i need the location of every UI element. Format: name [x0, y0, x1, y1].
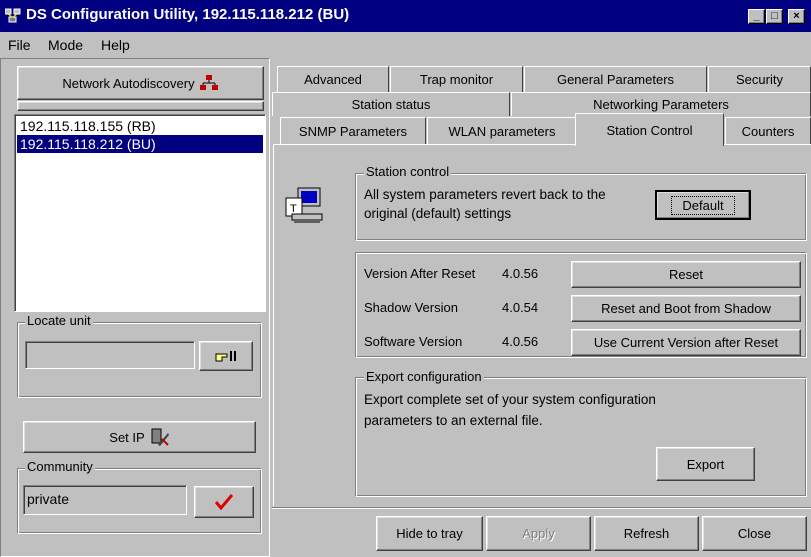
tab-general-parameters[interactable]: General Parameters: [524, 66, 707, 92]
menu-file[interactable]: File: [8, 37, 31, 53]
close-window-button[interactable]: ×: [788, 9, 805, 24]
community-input[interactable]: private: [23, 485, 187, 515]
checkmark-icon: [215, 494, 233, 510]
set-ip-button[interactable]: Set IP: [23, 421, 256, 453]
close-icon: ×: [793, 10, 800, 22]
bottom-divider: [272, 507, 811, 509]
menu-help[interactable]: Help: [101, 37, 130, 53]
svg-text:T: T: [290, 203, 297, 215]
tab-wlan-parameters[interactable]: WLAN parameters: [427, 117, 577, 144]
station-control-label: Station control: [364, 164, 452, 179]
export-button[interactable]: Export: [656, 447, 755, 481]
tab-advanced[interactable]: Advanced: [277, 66, 389, 92]
shadow-version-label: Shadow Version: [364, 300, 458, 315]
minimize-button[interactable]: _: [748, 9, 765, 24]
shadow-version-value: 4.0.54: [502, 300, 539, 315]
export-description: Export complete set of your system confi…: [364, 392, 656, 428]
set-ip-label: Set IP: [109, 429, 145, 445]
reset-boot-shadow-button[interactable]: Reset and Boot from Shadow: [571, 295, 801, 322]
refresh-button[interactable]: Refresh: [594, 516, 699, 551]
network-tree-icon: [199, 75, 218, 90]
window-title: DS Configuration Utility, 192.115.118.21…: [26, 6, 350, 23]
reset-button[interactable]: Reset: [571, 261, 801, 288]
tools-icon: [151, 428, 169, 446]
menu-bar: File Mode Help: [0, 33, 811, 57]
locate-unit-label: Locate unit: [25, 313, 93, 328]
locate-unit-input[interactable]: [25, 341, 195, 369]
tab-trap-monitor[interactable]: Trap monitor: [390, 66, 523, 92]
close-button[interactable]: Close: [702, 516, 807, 551]
computer-icon: T: [285, 187, 323, 223]
units-list[interactable]: 192.115.118.155 (RB) 192.115.118.212 (BU…: [14, 114, 266, 312]
network-autodiscovery-button[interactable]: Network Autodiscovery: [17, 66, 264, 100]
version-after-reset-label: Version After Reset: [364, 266, 476, 281]
autodiscovery-label: Network Autodiscovery: [62, 75, 195, 91]
software-version-value: 4.0.56: [502, 334, 539, 349]
export-configuration-label: Export configuration: [364, 369, 484, 384]
version-after-reset-value: 4.0.56: [502, 266, 539, 281]
station-control-description: All system parameters revert back to the…: [364, 187, 606, 221]
tab-station-control[interactable]: Station Control: [575, 113, 724, 146]
maximize-icon: □: [771, 10, 778, 22]
locate-button[interactable]: [199, 341, 253, 371]
list-item[interactable]: 192.115.118.155 (RB): [17, 117, 263, 135]
minimize-icon: _: [753, 10, 760, 22]
app-network-icon: [5, 8, 21, 23]
hide-to-tray-button[interactable]: Hide to tray: [376, 516, 483, 551]
default-button[interactable]: Default: [655, 190, 751, 220]
software-version-label: Software Version: [364, 334, 463, 349]
tab-security[interactable]: Security: [708, 66, 811, 92]
use-current-version-button[interactable]: Use Current Version after Reset: [571, 329, 801, 356]
title-bar[interactable]: DS Configuration Utility, 192.115.118.21…: [0, 0, 811, 32]
tab-snmp-parameters[interactable]: SNMP Parameters: [280, 117, 426, 144]
default-button-label: Default: [671, 195, 735, 215]
maximize-button[interactable]: □: [766, 9, 783, 24]
menu-mode[interactable]: Mode: [48, 37, 83, 53]
apply-button[interactable]: Apply: [486, 516, 591, 551]
community-apply-button[interactable]: [194, 486, 254, 518]
tab-counters[interactable]: Counters: [725, 117, 811, 144]
list-item-selected[interactable]: 192.115.118.212 (BU): [17, 135, 263, 153]
community-label: Community: [25, 459, 95, 474]
autodiscovery-progress-bar: [17, 101, 264, 111]
pointing-hand-icon: [215, 351, 236, 362]
tab-station-status[interactable]: Station status: [272, 92, 510, 116]
